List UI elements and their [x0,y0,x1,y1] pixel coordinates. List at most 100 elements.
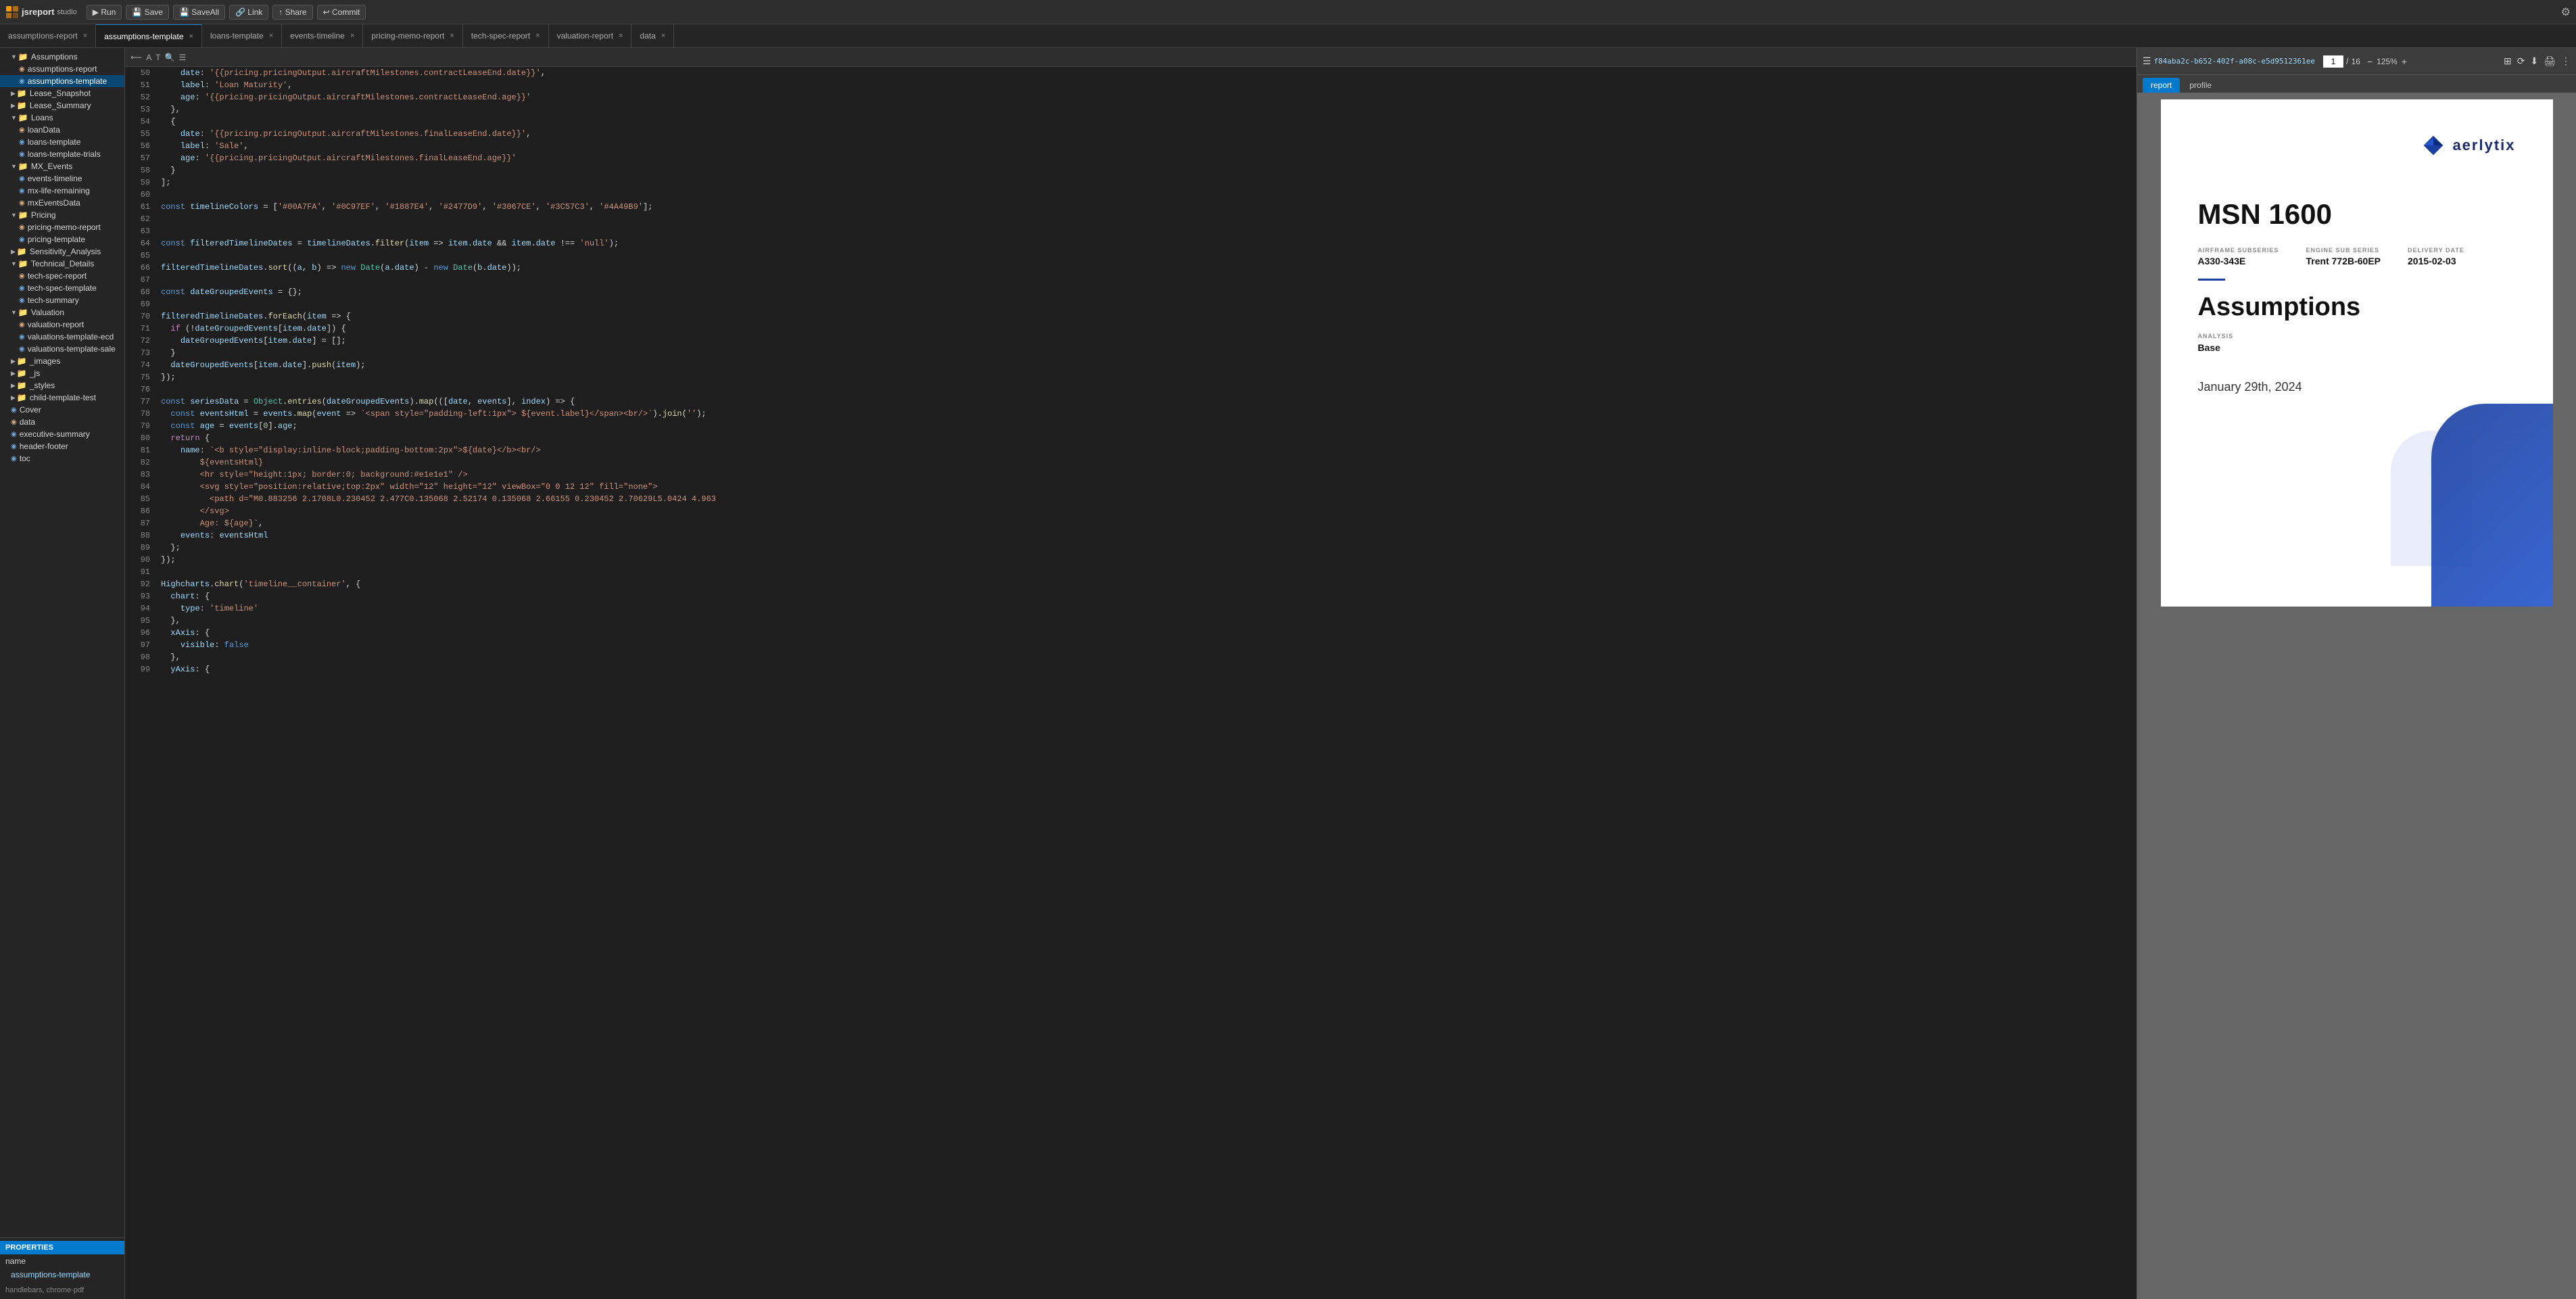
tab-close-data[interactable]: × [661,32,665,40]
sidebar-folder-lease-snapshot[interactable]: ▶ 📁 Lease_Snapshot [0,87,124,99]
run-button[interactable]: ▶ Run [87,5,122,20]
tab-close-tech-spec-report[interactable]: × [535,32,540,40]
sidebar-folder-images[interactable]: ▶ 📁 _images [0,355,124,367]
tab-close-assumptions-template[interactable]: × [189,32,193,41]
sidebar-item-assumptions-report[interactable]: ◉ assumptions-report [0,63,124,75]
folder-icon-assumptions: 📁 [18,52,28,62]
sidebar-folder-styles[interactable]: ▶ 📁 _styles [0,379,124,392]
code-editor[interactable]: 50 51 52 53 54 55 56 57 58 59 60 61 62 6… [125,67,2137,1299]
code-line-57: age: '{{pricing.pricingOutput.aircraftMi… [161,152,2131,164]
sidebar-item-data[interactable]: ◉ data [0,416,124,428]
preview-print-icon[interactable]: 🖨 [2544,55,2556,67]
link-button[interactable]: 🔗 Link [229,5,268,20]
sidebar-folder-assumptions[interactable]: ▼ 📁 Assumptions [0,51,124,63]
preview-zoom-minus[interactable]: − [2366,56,2374,67]
sidebar-item-mxeventsdata[interactable]: ◉ mxEventsData [0,197,124,209]
tab-assumptions-report[interactable]: assumptions-report × [0,24,96,47]
preview-toolbar-right: ⊞ ⟳ ⬇ 🖨 ⋮ [2504,55,2571,67]
preview-zoom-plus[interactable]: + [2400,56,2408,67]
tab-close-loans-template[interactable]: × [269,32,273,40]
tab-loans-template[interactable]: loans-template × [202,24,282,47]
file-label-pricing-template: pricing-template [28,235,85,244]
sidebar-item-pricing-template[interactable]: ◉ pricing-template [0,233,124,245]
sidebar-item-cover[interactable]: ◉ Cover [0,404,124,416]
preview-page-input[interactable] [2323,55,2343,68]
code-content[interactable]: date: '{{pricing.pricingOutput.aircraftM… [156,67,2137,1299]
sidebar-item-mx-life-remaining[interactable]: ◉ mx-life-remaining [0,185,124,197]
sidebar: ▼ 📁 Assumptions ◉ assumptions-report ◉ a… [0,48,125,1299]
sidebar-folder-sensitivity[interactable]: ▶ 📁 Sensitivity_Analysis [0,245,124,258]
share-button[interactable]: ↑ Share [272,5,312,20]
commit-button[interactable]: ↩ Commit [317,5,366,20]
properties-title: Properties [0,1241,124,1254]
menu-icon[interactable]: ☰ [179,53,187,62]
folder-icon-mx-events: 📁 [18,162,28,171]
folder-arrow-styles: ▶ [11,382,16,389]
sidebar-folder-valuation[interactable]: ▼ 📁 Valuation [0,306,124,318]
sidebar-item-tech-spec-template[interactable]: ◉ tech-spec-template [0,282,124,294]
sidebar-folder-pricing[interactable]: ▼ 📁 Pricing [0,209,124,221]
sidebar-item-pricing-memo-report[interactable]: ◉ pricing-memo-report [0,221,124,233]
sidebar-item-header-footer[interactable]: ◉ header-footer [0,440,124,452]
sidebar-folder-loans[interactable]: ▼ 📁 Loans [0,112,124,124]
preview-menu-icon[interactable]: ☰ [2143,55,2151,67]
pdf-msn: MSN 1600 [2198,198,2516,231]
sidebar-item-events-timeline[interactable]: ◉ events-timeline [0,172,124,185]
tab-tech-spec-report[interactable]: tech-spec-report × [463,24,549,47]
tab-close-valuation-report[interactable]: × [619,32,623,40]
tab-profile[interactable]: profile [2181,78,2220,93]
sidebar-folder-technical[interactable]: ▼ 📁 Technical_Details [0,258,124,270]
sidebar-item-assumptions-template[interactable]: ◉ assumptions-template [0,75,124,87]
tab-assumptions-template[interactable]: assumptions-template × [96,24,202,47]
sidebar-item-executive-summary[interactable]: ◉ executive-summary [0,428,124,440]
pdf-label-engine: ENGINE SUB SERIES [2306,247,2381,254]
folder-label-child-template: child-template-test [30,393,96,402]
folder-arrow-lease-snapshot: ▶ [11,90,16,97]
sidebar-folder-child-template[interactable]: ▶ 📁 child-template-test [0,392,124,404]
format-T-icon[interactable]: T [156,53,160,62]
back-icon[interactable]: ⟵ [130,53,142,62]
sidebar-item-valuations-template-sale[interactable]: ◉ valuations-template-sale [0,343,124,355]
sidebar-item-tech-spec-report[interactable]: ◉ tech-spec-report [0,270,124,282]
file-tabs: assumptions-report × assumptions-templat… [0,24,2576,48]
sidebar-item-loans-template[interactable]: ◉ loans-template [0,136,124,148]
settings-icon[interactable]: ⚙ [2561,5,2571,19]
tab-report[interactable]: report [2143,78,2180,93]
tab-close-pricing-memo-report[interactable]: × [450,32,454,40]
pdf-blue-line [2198,279,2225,281]
sidebar-item-valuations-template-ecd[interactable]: ◉ valuations-template-ecd [0,331,124,343]
file-label-data: data [20,417,35,427]
code-line-78: const eventsHtml = events.map(event => `… [161,408,2131,420]
preview-fit-icon[interactable]: ⊞ [2504,55,2512,67]
sidebar-folder-lease-summary[interactable]: ▶ 📁 Lease_Summary [0,99,124,112]
sidebar-folder-js[interactable]: ▶ 📁 _js [0,367,124,379]
search-icon[interactable]: 🔍 [165,53,175,62]
tab-events-timeline[interactable]: events-timeline × [282,24,363,47]
tab-close-events-timeline[interactable]: × [350,32,354,40]
preview-rotate-icon[interactable]: ⟳ [2517,55,2525,67]
sidebar-item-tech-summary[interactable]: ◉ tech-summary [0,294,124,306]
file-label-valuations-template-ecd: valuations-template-ecd [28,332,114,341]
save-button[interactable]: 💾 Save [126,5,169,20]
preview-download-icon[interactable]: ⬇ [2530,55,2538,67]
sidebar-item-loandata[interactable]: ◉ loanData [0,124,124,136]
sidebar-folder-mx-events[interactable]: ▼ 📁 MX_Events [0,160,124,172]
tab-data[interactable]: data × [631,24,674,47]
pdf-value-delivery: 2015-02-03 [2408,256,2464,266]
tab-pricing-memo-report[interactable]: pricing-memo-report × [363,24,462,47]
file-label-executive-summary: executive-summary [20,429,90,439]
sidebar-item-toc[interactable]: ◉ toc [0,452,124,465]
code-line-64: const filteredTimelineDates = timelineDa… [161,237,2131,250]
sidebar-item-loans-template-trials[interactable]: ◉ loans-template-trials [0,148,124,160]
tab-close-assumptions-report[interactable]: × [83,32,87,40]
sidebar-item-valuation-report[interactable]: ◉ valuation-report [0,318,124,331]
tab-valuation-report[interactable]: valuation-report × [549,24,632,47]
preview-more-icon[interactable]: ⋮ [2561,55,2571,67]
save-all-button[interactable]: 💾 SaveAll [173,5,225,20]
format-A-icon[interactable]: A [146,53,151,62]
preview-zoom-controls: − 125% + [2366,56,2408,67]
pdf-logo-icon [2421,133,2446,158]
code-line-62 [161,213,2131,225]
code-line-83: <hr style="height:1px; border:0; backgro… [161,469,2131,481]
code-line-59: ]; [161,176,2131,189]
